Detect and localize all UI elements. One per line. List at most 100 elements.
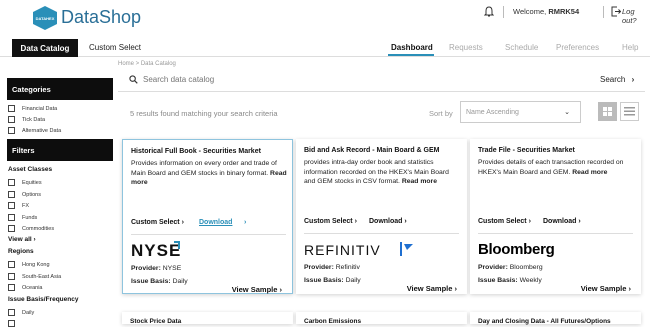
custom-select-button[interactable]: Custom Select › xyxy=(478,218,531,225)
tab-help[interactable]: Help xyxy=(622,43,638,52)
chevron-right-icon: › xyxy=(244,219,247,226)
product-card[interactable]: Trade File - Securities Market Provides … xyxy=(470,139,641,294)
checkbox-label: Funds xyxy=(22,214,38,221)
checkbox[interactable] xyxy=(8,273,15,280)
category-alternative[interactable]: Alternative Data xyxy=(8,127,61,134)
search-button-label: Search xyxy=(600,75,626,84)
download-button[interactable]: Download › xyxy=(369,218,407,225)
basis-daily[interactable]: Daily xyxy=(8,309,34,316)
card-provider: Provider: NYSE xyxy=(131,265,181,272)
asset-commodities[interactable]: Commodities xyxy=(8,225,54,232)
view-sample-link[interactable]: View Sample › xyxy=(232,285,282,294)
sort-select[interactable]: Name Ascending ⌄ xyxy=(460,101,581,123)
basis-more[interactable] xyxy=(8,320,22,327)
view-all-link[interactable]: View all › xyxy=(8,236,36,243)
custom-select-label: Custom Select xyxy=(304,218,353,225)
checkbox-label: South-East Asia xyxy=(22,273,62,280)
checkbox[interactable] xyxy=(8,261,15,268)
card-basis: Issue Basis: Daily xyxy=(304,277,361,284)
search-icon xyxy=(129,75,138,84)
basis-label: Issue Basis: xyxy=(304,277,344,284)
asset-options[interactable]: Options xyxy=(8,191,41,198)
asset-fx[interactable]: FX xyxy=(8,202,29,209)
grid-view-button[interactable] xyxy=(598,102,617,121)
tab-dashboard[interactable]: Dashboard xyxy=(391,43,433,52)
tab-custom-select[interactable]: Custom Select xyxy=(89,43,141,52)
card-provider: Provider: Refinitiv xyxy=(304,264,360,271)
product-card-partial[interactable]: Carbon Emissions xyxy=(296,312,467,325)
card-description: Provides information on every order and … xyxy=(131,159,289,188)
provider-value: NYSE xyxy=(162,265,182,272)
checkbox-label: Tick Data xyxy=(22,116,46,123)
asset-funds[interactable]: Funds xyxy=(8,214,37,221)
basis-label: Issue Basis: xyxy=(131,278,171,285)
checkbox[interactable] xyxy=(8,320,15,327)
checkbox[interactable] xyxy=(8,214,15,221)
product-card[interactable]: Bid and Ask Record - Main Board & GEM pr… xyxy=(296,139,467,294)
app-name[interactable]: DataShop xyxy=(61,7,141,28)
category-financial[interactable]: Financial Data xyxy=(8,105,57,112)
custom-select-button[interactable]: Custom Select › xyxy=(304,218,357,225)
checkbox[interactable] xyxy=(8,284,15,291)
search-input[interactable] xyxy=(143,73,443,86)
header-divider xyxy=(603,6,604,18)
basis-value: Daily xyxy=(345,277,361,284)
custom-select-label: Custom Select xyxy=(478,218,527,225)
checkbox[interactable] xyxy=(8,116,15,123)
main-nav: Data Catalog Custom Select Dashboard Req… xyxy=(0,39,650,57)
card-title[interactable]: Bid and Ask Record - Main Board & GEM xyxy=(304,147,439,154)
download-button[interactable]: Download › xyxy=(543,218,581,225)
username: RMRK54 xyxy=(548,7,580,16)
tab-preferences[interactable]: Preferences xyxy=(556,43,599,52)
logout-icon[interactable] xyxy=(611,6,621,17)
checkbox[interactable] xyxy=(8,105,15,112)
breadcrumb[interactable]: Home > Data Catalog xyxy=(118,61,176,67)
basis-value: Weekly xyxy=(519,277,542,284)
read-more-link[interactable]: Read more xyxy=(402,178,437,185)
card-divider xyxy=(478,233,633,234)
search-underline xyxy=(118,91,645,92)
provider-label: Provider: xyxy=(304,264,334,271)
region-oceania[interactable]: Oceania xyxy=(8,284,43,291)
basis-value: Daily xyxy=(172,278,188,285)
download-button[interactable]: Download xyxy=(199,219,232,226)
checkbox[interactable] xyxy=(8,191,15,198)
category-tick[interactable]: Tick Data xyxy=(8,116,45,123)
product-card[interactable]: Historical Full Book - Securities Market… xyxy=(122,139,293,294)
product-card-partial[interactable]: Day and Closing Data - All Futures/Optio… xyxy=(470,312,641,325)
checkbox[interactable] xyxy=(8,309,15,316)
bell-icon[interactable] xyxy=(484,6,494,18)
card-title[interactable]: Historical Full Book - Securities Market xyxy=(131,148,261,155)
view-sample-link[interactable]: View Sample › xyxy=(581,284,631,293)
asset-equities[interactable]: Equities xyxy=(8,179,42,186)
tab-requests[interactable]: Requests xyxy=(449,43,483,52)
card-title[interactable]: Trade File - Securities Market xyxy=(478,147,575,154)
checkbox[interactable] xyxy=(8,179,15,186)
logout-link[interactable]: Log out? xyxy=(622,7,650,25)
custom-select-button[interactable]: Custom Select › xyxy=(131,219,184,226)
view-sample-link[interactable]: View Sample › xyxy=(407,284,457,293)
tab-data-catalog[interactable]: Data Catalog xyxy=(12,39,78,57)
checkbox[interactable] xyxy=(8,202,15,209)
checkbox-label: Equities xyxy=(22,179,42,186)
search-button[interactable]: Search › xyxy=(600,75,634,84)
issue-basis-heading: Issue Basis/Frequency xyxy=(8,296,79,303)
welcome-prefix: Welcome, xyxy=(513,7,547,16)
nyse-mark-icon xyxy=(174,241,180,249)
tab-schedule[interactable]: Schedule xyxy=(505,43,538,52)
checkbox[interactable] xyxy=(8,127,15,134)
region-sea[interactable]: South-East Asia xyxy=(8,273,61,280)
checkbox-label: Daily xyxy=(22,309,35,316)
read-more-link[interactable]: Read more xyxy=(572,169,607,176)
list-view-button[interactable] xyxy=(620,102,639,121)
checkbox[interactable] xyxy=(8,225,15,232)
sidebar: Categories Financial Data Tick Data Alte… xyxy=(0,75,113,327)
logo-badge[interactable]: DATAHEX xyxy=(33,6,57,30)
card-divider xyxy=(131,234,286,235)
region-hong-kong[interactable]: Hong Kong xyxy=(8,261,50,268)
product-card-partial[interactable]: Stock Price Data xyxy=(122,312,293,325)
active-tab-indicator xyxy=(388,54,434,56)
bloomberg-logo: Bloomberg xyxy=(478,241,555,261)
top-bar: DATAHEX DataShop Welcome, RMRK54 Log out… xyxy=(0,0,650,36)
checkbox-label: Alternative Data xyxy=(22,127,62,134)
